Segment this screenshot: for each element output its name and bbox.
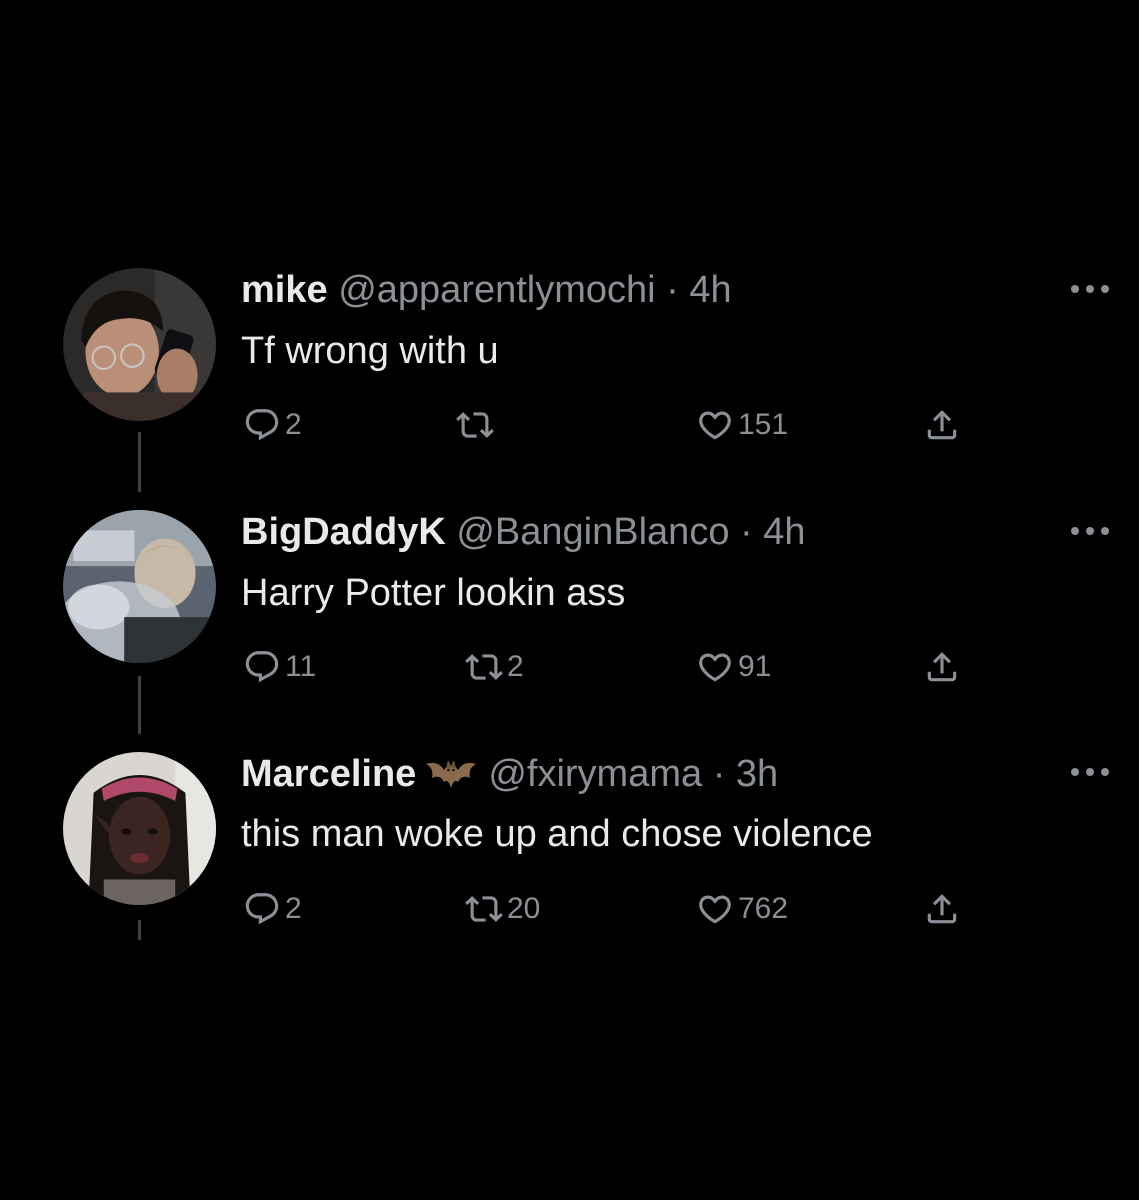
more-options-button[interactable] (1068, 765, 1112, 779)
timestamp[interactable]: 4h (763, 511, 805, 553)
reply-icon (245, 893, 279, 925)
tweet-3[interactable]: Marceline @fxirymama · 3h this man woke … (0, 0, 1139, 940)
more-options-icon (1071, 285, 1109, 293)
reply-icon (245, 409, 279, 441)
avatar-photo (63, 752, 216, 905)
share-button[interactable] (923, 405, 961, 445)
separator-dot: · (740, 511, 753, 553)
more-options-icon (1071, 527, 1109, 535)
reply-button[interactable]: 11 (243, 647, 316, 687)
reply-count: 11 (285, 650, 317, 683)
like-count: 762 (738, 892, 789, 925)
heart-icon (699, 653, 731, 682)
thread-connector (138, 676, 141, 734)
thread-connector (138, 920, 141, 940)
reply-count: 2 (285, 892, 302, 925)
timestamp[interactable]: 4h (689, 269, 731, 311)
separator-dot: · (712, 753, 726, 795)
retweet-icon (456, 412, 494, 438)
retweet-button[interactable]: 2 (465, 647, 524, 687)
display-name[interactable]: BigDaddyK (241, 511, 446, 553)
avatar-photo (63, 268, 216, 421)
tweet-text: Tf wrong with u (241, 330, 499, 372)
reply-thread: mike @apparentlymochi · 4h Tf wrong with… (0, 0, 1139, 1200)
heart-icon (699, 895, 731, 924)
share-icon (927, 652, 957, 682)
retweet-count: 20 (507, 892, 541, 925)
retweet-icon (465, 896, 503, 922)
retweet-count: 2 (507, 650, 524, 683)
username-handle[interactable]: @apparentlymochi (338, 269, 655, 311)
more-options-icon (1071, 768, 1109, 776)
separator-dot: · (666, 269, 679, 311)
avatar-photo (63, 510, 216, 663)
reply-button[interactable]: 2 (243, 889, 302, 929)
share-icon (927, 410, 957, 440)
bat-icon (426, 760, 477, 788)
retweet-icon (465, 654, 503, 680)
heart-icon (699, 411, 731, 440)
share-button[interactable] (923, 889, 961, 929)
reply-icon (245, 651, 279, 683)
tweet-header: BigDaddyK @BanginBlanco · 4h (241, 510, 806, 554)
avatar-marceline[interactable] (63, 752, 216, 905)
like-count: 91 (738, 650, 772, 683)
timestamp[interactable]: 3h (736, 753, 778, 795)
share-button[interactable] (923, 647, 961, 687)
retweet-button[interactable]: 20 (465, 889, 540, 929)
reply-button[interactable]: 2 (243, 405, 302, 445)
username-handle[interactable]: @BanginBlanco (456, 511, 729, 553)
tweet-header: Marceline @fxirymama · 3h (241, 752, 778, 796)
like-button[interactable]: 91 (696, 647, 771, 687)
like-button[interactable]: 762 (696, 889, 788, 929)
display-name[interactable]: mike (241, 269, 328, 311)
retweet-button[interactable] (456, 405, 498, 445)
share-icon (927, 894, 957, 924)
avatar-mike[interactable] (63, 268, 216, 421)
like-button[interactable]: 151 (696, 405, 788, 445)
tweet-text: Harry Potter lookin ass (241, 572, 626, 614)
more-options-button[interactable] (1068, 282, 1112, 296)
more-options-button[interactable] (1068, 524, 1112, 538)
tweet-header: mike @apparentlymochi · 4h (241, 268, 732, 312)
thread-connector (138, 432, 141, 492)
bat-emoji-icon (424, 754, 478, 794)
username-handle[interactable]: @fxirymama (488, 753, 702, 795)
display-name[interactable]: Marceline (241, 753, 416, 795)
avatar-bigdaddyk[interactable] (63, 510, 216, 663)
like-count: 151 (738, 408, 789, 441)
tweet-text: this man woke up and chose violence (241, 813, 873, 855)
reply-count: 2 (285, 408, 302, 441)
